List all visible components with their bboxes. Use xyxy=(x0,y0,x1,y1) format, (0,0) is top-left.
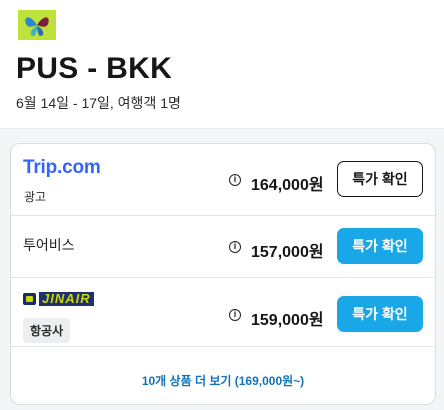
offer-row: Trip.com 광고 i 164,000원 특가 확인 xyxy=(11,144,435,216)
offer-row: JINAIR 항공사 i 159,000원 특가 확인 xyxy=(11,277,435,347)
info-icon[interactable]: i xyxy=(229,309,241,321)
tripcom-logo[interactable]: Trip.com xyxy=(23,157,101,179)
provider-name[interactable]: 투어비스 xyxy=(23,235,75,255)
trip-details: 6월 14일 - 17일, 여행객 1명 xyxy=(16,95,181,111)
check-deal-button[interactable]: 특가 확인 xyxy=(337,161,423,197)
route-title: PUS - BKK xyxy=(16,52,173,85)
jinair-wordmark: JINAIR xyxy=(39,292,94,306)
jinair-logo[interactable]: JINAIR xyxy=(23,291,94,307)
more-offers-link[interactable]: 10개 상품 더 보기 (169,000원~) xyxy=(11,372,435,389)
trip-header: PUS - BKK 6월 14일 - 17일, 여행객 1명 xyxy=(0,0,444,129)
info-icon[interactable]: i xyxy=(229,174,241,186)
airline-badge: 항공사 xyxy=(23,318,71,343)
butterfly-logo-icon xyxy=(18,10,56,40)
info-icon[interactable]: i xyxy=(229,241,241,253)
offers-card: Trip.com 광고 i 164,000원 특가 확인 투어비스 i 157,… xyxy=(10,143,436,405)
offer-price: 164,000원 xyxy=(251,177,324,194)
jinair-mark-icon xyxy=(23,293,36,305)
offer-row: 투어비스 i 157,000원 특가 확인 xyxy=(11,215,435,278)
offer-price: 157,000원 xyxy=(251,244,324,261)
check-deal-button[interactable]: 특가 확인 xyxy=(337,228,423,264)
offer-price: 159,000원 xyxy=(251,312,324,329)
ad-label: 광고 xyxy=(24,190,47,204)
check-deal-button[interactable]: 특가 확인 xyxy=(337,296,423,332)
